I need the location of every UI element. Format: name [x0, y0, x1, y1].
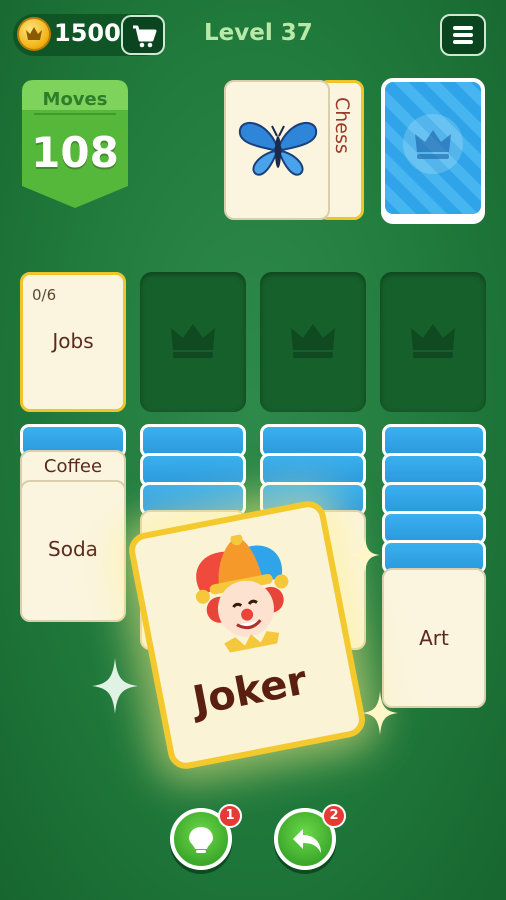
- shop-button[interactable]: [121, 15, 165, 55]
- butterfly-icon: [238, 122, 318, 176]
- card-label: Coffee: [43, 456, 103, 477]
- card-label: Art: [419, 626, 449, 650]
- menu-icon: [453, 26, 473, 30]
- foundation-slot-empty[interactable]: [260, 272, 366, 412]
- card-label: Chess: [331, 97, 353, 154]
- foundation-slot-empty[interactable]: [140, 272, 246, 412]
- crown-icon: [411, 324, 455, 358]
- crown-coin-icon: [17, 17, 51, 51]
- coin-count: 1500: [54, 19, 121, 47]
- moves-label: Moves: [42, 89, 108, 110]
- level-indicator: Level 37: [204, 20, 313, 46]
- sparkle-icon: [350, 536, 380, 574]
- waste-card-butterfly[interactable]: [224, 80, 330, 220]
- menu-button[interactable]: [440, 14, 486, 56]
- crown-icon: [403, 114, 463, 174]
- sparkle-icon: [92, 658, 138, 714]
- foundation-progress: 0/6: [32, 286, 57, 304]
- lightbulb-icon: [189, 827, 213, 853]
- hint-count-badge: 1: [218, 804, 242, 828]
- sparkle-icon: [362, 691, 398, 735]
- foundation-slot-empty[interactable]: [380, 272, 486, 412]
- crown-icon: [171, 324, 215, 358]
- moves-count: 108: [31, 128, 119, 177]
- undo-count-badge: 2: [322, 804, 346, 828]
- crown-icon: [291, 324, 335, 358]
- foundation-label: Jobs: [52, 329, 94, 353]
- cart-icon: [133, 25, 157, 48]
- jester-clown-icon: [195, 533, 289, 653]
- card-label: Soda: [48, 537, 98, 561]
- undo-icon: [293, 829, 321, 853]
